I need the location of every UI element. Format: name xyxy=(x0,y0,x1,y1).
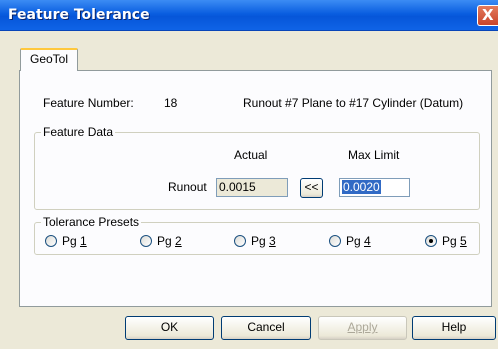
preset-radio-2[interactable] xyxy=(140,235,152,247)
tolerance-presets-legend: Tolerance Presets xyxy=(41,215,142,229)
help-label: Help xyxy=(441,320,467,334)
preset-radio-3[interactable] xyxy=(234,235,246,247)
ok-button[interactable]: OK xyxy=(125,316,214,340)
actual-header: Actual xyxy=(234,148,268,162)
feature-number-value: 18 xyxy=(164,96,178,110)
preset-label-5: Pg 5 xyxy=(442,234,467,248)
apply-button[interactable]: Apply xyxy=(318,316,407,340)
preset-radio-5[interactable] xyxy=(425,235,437,247)
feature-description: Runout #7 Plane to #17 Cylinder (Datum) xyxy=(243,96,464,110)
actual-value-field: 0.0015 xyxy=(216,178,288,197)
preset-label-2: Pg 2 xyxy=(157,234,182,248)
apply-label: Apply xyxy=(347,320,378,334)
tab-panel: Feature Number: 18 Runout #7 Plane to #1… xyxy=(19,70,492,307)
cancel-button[interactable]: Cancel xyxy=(221,316,311,340)
ok-label: OK xyxy=(160,320,179,334)
max-limit-value: 0.0020 xyxy=(342,180,381,194)
runout-label: Runout xyxy=(168,180,207,194)
max-limit-input[interactable]: 0.0020 xyxy=(339,178,410,197)
close-icon: X xyxy=(482,6,494,24)
actual-value: 0.0015 xyxy=(219,180,256,194)
feature-number-label: Feature Number: xyxy=(43,96,134,110)
help-button[interactable]: Help xyxy=(412,316,496,340)
tolerance-presets-group: Tolerance Presets Pg 1 Pg 2 Pg 3 Pg 4 Pg… xyxy=(34,215,480,255)
feature-data-legend: Feature Data xyxy=(41,125,116,139)
copy-button-label: << xyxy=(304,180,319,194)
preset-radio-1[interactable] xyxy=(45,235,57,247)
preset-label-4: Pg 4 xyxy=(346,234,371,248)
feature-data-group: Feature Data Actual Max Limit Runout 0.0… xyxy=(34,125,480,210)
preset-label-1: Pg 1 xyxy=(62,234,87,248)
title-bar[interactable]: Feature Tolerance xyxy=(0,0,498,31)
close-button[interactable]: X xyxy=(477,5,498,26)
preset-label-3: Pg 3 xyxy=(251,234,276,248)
window-title: Feature Tolerance xyxy=(8,7,150,23)
tab-label: GeoTol xyxy=(29,52,69,66)
cancel-label: Cancel xyxy=(247,320,285,334)
dialog-window: Feature Tolerance X GeoTol Feature Numbe… xyxy=(0,0,498,349)
preset-radio-4[interactable] xyxy=(329,235,341,247)
tab-geotol[interactable]: GeoTol xyxy=(20,48,78,71)
copy-actual-button[interactable]: << xyxy=(300,178,323,198)
max-limit-header: Max Limit xyxy=(348,148,400,162)
